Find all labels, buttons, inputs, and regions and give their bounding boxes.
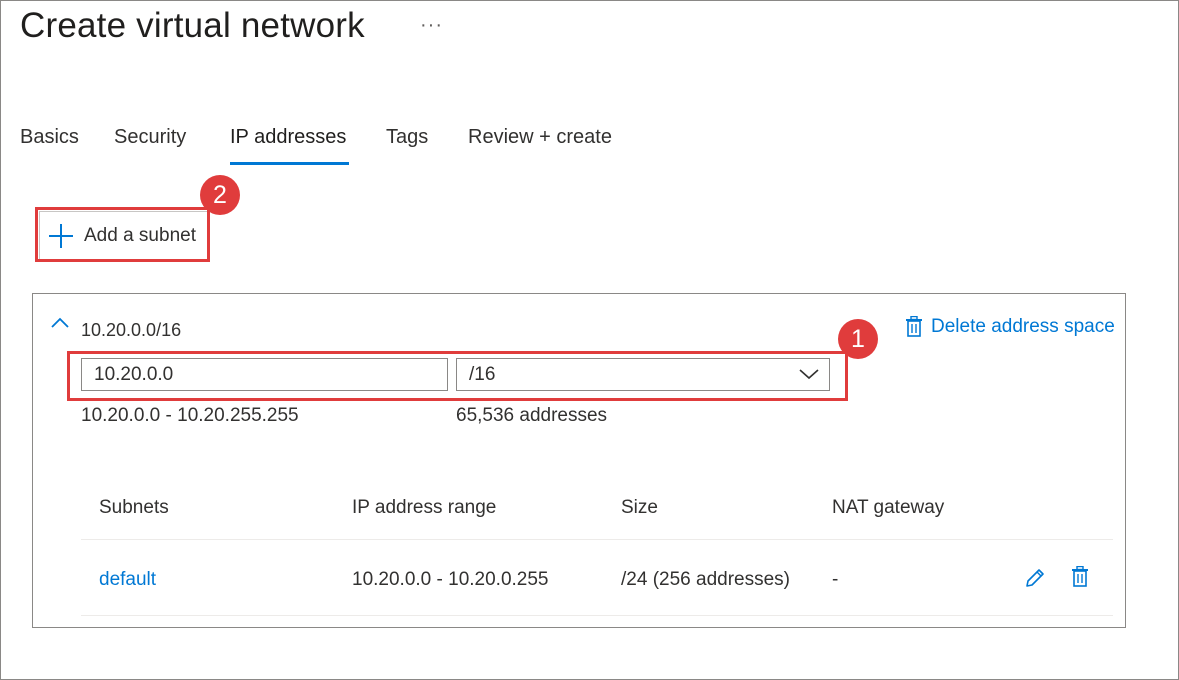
table-divider <box>81 539 1113 540</box>
address-space-panel <box>32 293 1126 628</box>
tab-basics[interactable]: Basics <box>20 126 79 149</box>
page-title: Create virtual network <box>20 6 365 45</box>
active-tab-indicator <box>230 162 349 165</box>
address-count-text: 65,536 addresses <box>456 405 608 426</box>
column-header-ip-range: IP address range <box>352 497 497 518</box>
subnet-range-cell: 10.20.0.0 - 10.20.0.255 <box>352 569 549 590</box>
subnet-size-cell: /24 (256 addresses) <box>621 569 790 590</box>
trash-icon <box>906 316 922 337</box>
tab-review-create[interactable]: Review + create <box>468 126 612 149</box>
column-header-nat-gateway: NAT gateway <box>832 497 945 518</box>
delete-subnet-icon[interactable] <box>1071 566 1089 588</box>
address-space-title: 10.20.0.0/16 <box>81 320 182 340</box>
address-range-text: 10.20.0.0 - 10.20.255.255 <box>81 405 299 426</box>
step-badge-1: 1 <box>838 319 878 359</box>
tab-tags[interactable]: Tags <box>386 126 428 149</box>
chevron-up-icon[interactable] <box>50 316 70 330</box>
column-header-subnets: Subnets <box>99 497 169 518</box>
tab-security[interactable]: Security <box>114 126 186 149</box>
subnet-name-link[interactable]: default <box>99 569 156 591</box>
more-options-button[interactable]: ··· <box>420 14 443 37</box>
delete-address-space-button[interactable]: Delete address space <box>905 316 1115 338</box>
column-header-size: Size <box>621 497 658 518</box>
table-row-bottom-border <box>81 615 1113 616</box>
subnet-nat-cell: - <box>832 569 839 590</box>
tab-ip-addresses[interactable]: IP addresses <box>230 126 346 149</box>
delete-address-space-label: Delete address space <box>931 316 1115 337</box>
highlight-box-2 <box>35 207 210 262</box>
edit-subnet-icon[interactable] <box>1024 567 1046 589</box>
step-badge-2: 2 <box>200 175 240 215</box>
highlight-box-1 <box>67 351 848 401</box>
